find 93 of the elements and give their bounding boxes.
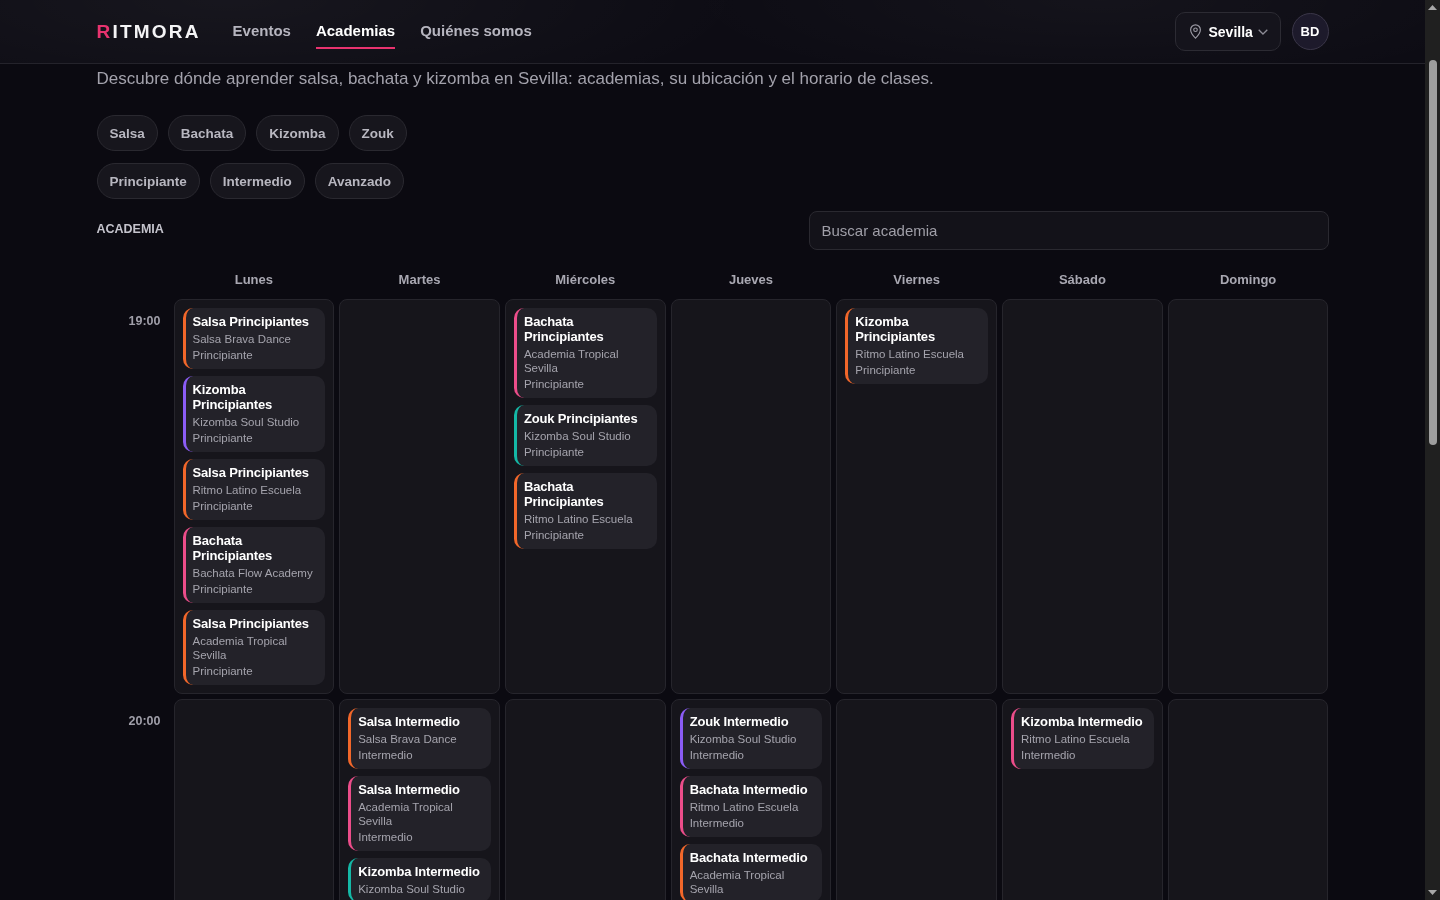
class-level: Principiante	[192, 664, 254, 679]
location-selector[interactable]: Sevilla	[1174, 12, 1281, 51]
chevron-down-icon	[1257, 28, 1268, 35]
class-level: Intermedio	[689, 816, 745, 831]
day-header: Martes	[398, 272, 441, 287]
academy-name: Academia Tropical Sevilla	[358, 800, 454, 828]
class-level: Principiante	[523, 528, 585, 543]
class-card[interactable]: Salsa Intermedio Salsa Brava Dance Intermedio	[348, 708, 491, 769]
class-title: Kizomba Principiantes	[855, 314, 937, 344]
scroll-down-arrow-icon[interactable]	[1428, 890, 1437, 895]
academy-name: Academia Tropical Sevilla	[192, 634, 289, 662]
class-level: Intermedio	[1021, 748, 1077, 763]
scrollbar-thumb[interactable]	[1428, 60, 1437, 445]
class-level: Principiante	[192, 431, 254, 446]
class-card[interactable]: Kizomba Intermedio Ritmo Latino Escuela Intermedio	[1011, 708, 1154, 769]
nav-link[interactable]: Academias	[315, 20, 396, 49]
class-title: Kizomba Intermedio	[358, 864, 481, 879]
academy-name: Ritmo Latino Escuela	[855, 347, 965, 361]
class-card[interactable]: Bachata Principiantes Academia Tropical Sevilla Principiante	[513, 308, 657, 398]
academy-name: Bachata Flow Academy	[192, 566, 314, 580]
class-level: Intermedio	[358, 830, 414, 845]
academy-name: Salsa Brava Dance	[358, 732, 458, 746]
class-title: Kizomba Principiantes	[192, 382, 274, 412]
class-title: Zouk Principiantes	[523, 411, 639, 426]
day-header: Viernes	[893, 272, 941, 287]
class-card[interactable]: Bachata Principiantes Ritmo Latino Escuela Principiante	[513, 473, 657, 549]
filter-chip[interactable]: Zouk	[348, 115, 407, 151]
class-level: Principiante	[192, 582, 254, 597]
time-label: 20:00	[128, 714, 161, 728]
class-card[interactable]: Salsa Principiantes Academia Tropical Sevilla Principiante	[182, 610, 326, 685]
class-card[interactable]: Bachata Principiantes Bachata Flow Academy Principiante	[182, 527, 326, 603]
class-title: Zouk Intermedio	[689, 714, 790, 729]
scroll-up-arrow-icon[interactable]	[1428, 5, 1437, 10]
day-header: Jueves	[728, 272, 774, 287]
time-label: 19:00	[128, 314, 161, 328]
class-level: Principiante	[192, 499, 254, 514]
day-header: Lunes	[234, 272, 273, 287]
day-header: Domingo	[1219, 272, 1277, 287]
filter-chip[interactable]: Salsa	[96, 115, 158, 151]
class-card[interactable]: Zouk Intermedio Kizomba Soul Studio Intermedio	[679, 708, 823, 769]
class-card[interactable]: Bachata Intermedio Academia Tropical Sevilla	[679, 844, 823, 900]
location-pin-icon	[1189, 24, 1201, 39]
academy-label: ACADEMIA	[96, 221, 164, 236]
class-level: Principiante	[192, 348, 254, 363]
nav-link[interactable]: Quiénes somos	[420, 20, 532, 49]
class-card[interactable]: Salsa Principiantes Salsa Brava Dance Principiante	[182, 308, 326, 369]
class-title: Salsa Intermedio	[358, 714, 461, 729]
academy-name: Academia Tropical Sevilla	[523, 347, 620, 375]
class-card[interactable]: Kizomba Intermedio Kizomba Soul Studio	[348, 858, 491, 900]
class-card[interactable]: Kizomba Principiantes Ritmo Latino Escuela Principiante	[845, 308, 989, 384]
scrollbar[interactable]	[1425, 0, 1440, 900]
academy-name: Academia Tropical Sevilla	[689, 868, 786, 896]
filter-chip[interactable]: Bachata	[167, 115, 247, 151]
academy-name: Ritmo Latino Escuela	[689, 800, 800, 814]
academy-name: Ritmo Latino Escuela	[192, 483, 303, 497]
academy-name: Salsa Brava Dance	[192, 332, 292, 346]
class-card[interactable]: Bachata Intermedio Ritmo Latino Escuela Intermedio	[679, 776, 823, 837]
class-level: Intermedio	[358, 748, 414, 763]
day-header: Sábado	[1058, 272, 1106, 287]
class-title: Kizomba Intermedio	[1021, 714, 1144, 729]
class-title: Bachata Principiantes	[523, 314, 605, 344]
class-title: Salsa Principiantes	[192, 314, 310, 329]
filter-chip[interactable]: Principiante	[96, 163, 200, 199]
day-header: Miércoles	[555, 272, 616, 287]
intro-text: Descubre dónde aprender salsa, bachata y kizomba en Sevilla: academias, su ubicación y el horario de clases.	[96, 68, 935, 90]
class-title: Bachata Principiantes	[523, 479, 605, 509]
class-title: Bachata Principiantes	[192, 533, 274, 563]
filter-chip[interactable]: Avanzado	[314, 163, 405, 199]
class-level: Principiante	[523, 445, 585, 460]
class-card[interactable]: Salsa Principiantes Ritmo Latino Escuela Principiante	[182, 459, 326, 520]
academy-name: Kizomba Soul Studio	[358, 882, 466, 896]
class-level: Principiante	[855, 363, 917, 378]
class-level: Intermedio	[689, 748, 745, 763]
logo[interactable]: RITMORA	[96, 20, 201, 43]
filter-chip[interactable]: Kizomba	[256, 115, 339, 151]
class-title: Bachata Intermedio	[689, 782, 809, 797]
class-title: Bachata Intermedio	[689, 850, 809, 865]
filter-chip[interactable]: Intermedio	[209, 163, 305, 199]
academy-name: Kizomba Soul Studio	[689, 732, 798, 746]
class-title: Salsa Principiantes	[192, 616, 310, 631]
class-level: Principiante	[523, 377, 585, 392]
academy-name: Kizomba Soul Studio	[192, 415, 301, 429]
class-card[interactable]: Kizomba Principiantes Kizomba Soul Studio Principiante	[182, 376, 326, 452]
class-title: Salsa Principiantes	[192, 465, 310, 480]
academy-name: Kizomba Soul Studio	[523, 429, 632, 443]
academy-name: Ritmo Latino Escuela	[1021, 732, 1131, 746]
class-title: Salsa Intermedio	[358, 782, 461, 797]
class-card[interactable]: Zouk Principiantes Kizomba Soul Studio Principiante	[513, 405, 657, 466]
class-card[interactable]: Salsa Intermedio Academia Tropical Sevilla Intermedio	[348, 776, 491, 851]
nav-link[interactable]: Eventos	[232, 20, 291, 49]
search-field[interactable]: Buscar academia	[808, 211, 1329, 250]
academy-name: Ritmo Latino Escuela	[523, 512, 634, 526]
user-avatar[interactable]: BD	[1291, 13, 1329, 50]
